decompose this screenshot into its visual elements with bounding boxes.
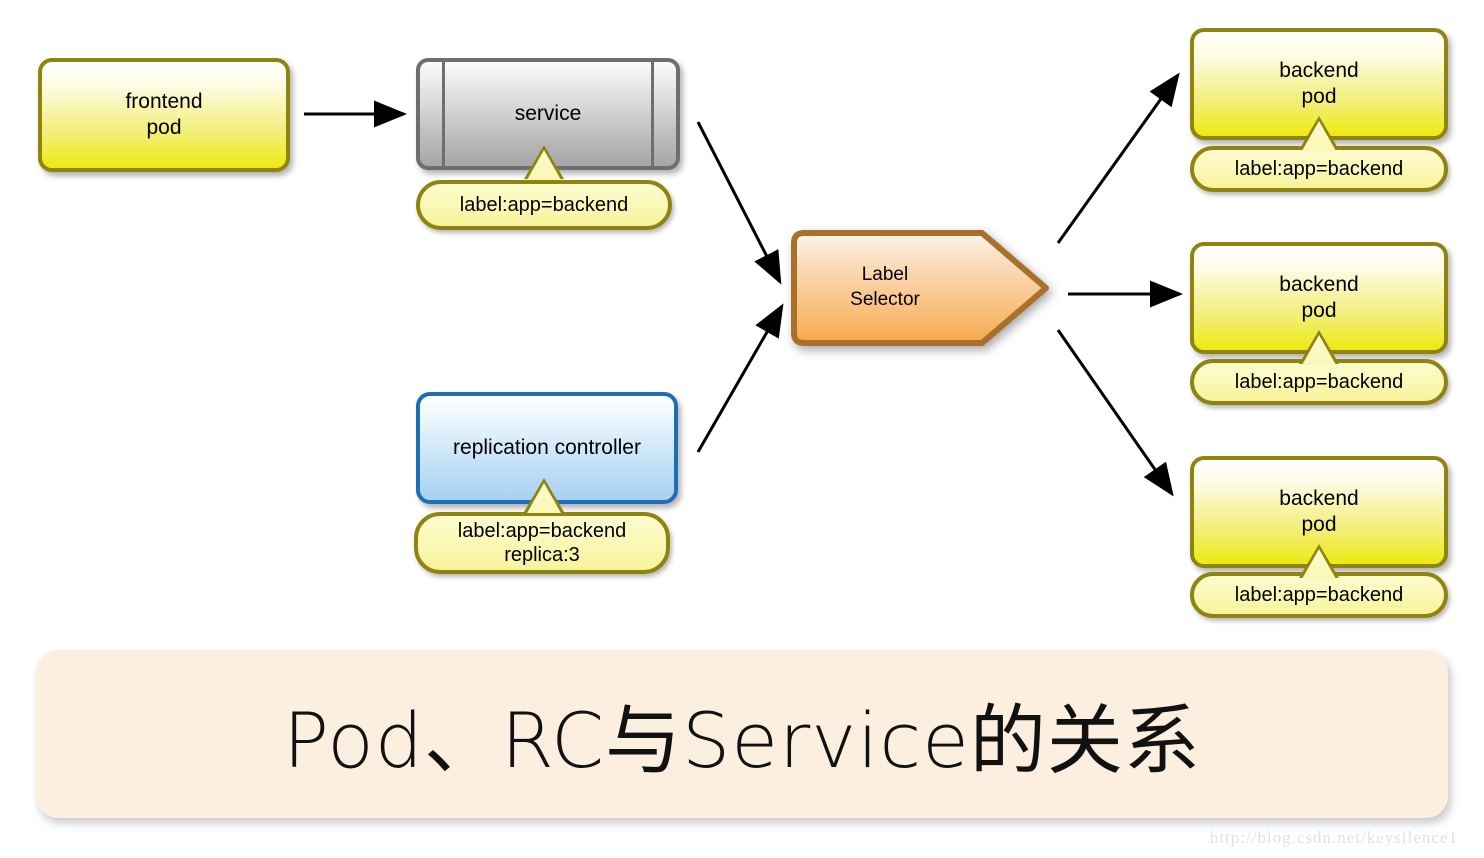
diagram-title: Pod、RC与Service的关系 [283,696,1201,785]
diagram-canvas: frontend pod service label:app=backend r… [0,0,1484,858]
callout-replication-controller-label: label:app=backend replica:3 [457,520,627,566]
node-frontend-pod-label: frontend pod [125,89,203,139]
callout-service[interactable]: label:app=backend [416,180,672,230]
node-frontend-pod[interactable]: frontend pod [38,58,290,172]
edge-selector-to-backend-1 [1056,72,1180,244]
node-replication-controller-label: replication controller [453,435,641,459]
watermark: http://blog.csdn.net/keysilence1 [1209,828,1458,847]
callout-backend-pod-1-label: label:app=backend [1234,158,1404,180]
callout-backend-pod-1[interactable]: label:app=backend [1190,146,1448,192]
edge-service-to-selector [696,121,782,285]
edge-selector-to-backend-3 [1056,329,1174,497]
node-service-label: service [514,101,582,125]
node-backend-pod-2-label: backend pod [1279,272,1359,322]
node-label-selector[interactable]: Label Selector [790,228,1052,348]
title-banner: Pod、RC与Service的关系 [36,650,1448,818]
node-backend-pod-3-label: backend pod [1279,486,1359,536]
callout-replication-controller[interactable]: label:app=backend replica:3 [414,512,670,574]
label-selector-shape [791,230,1049,346]
edge-rc-to-selector [696,303,784,453]
callout-backend-pod-2-label: label:app=backend [1234,371,1404,393]
callout-backend-pod-2[interactable]: label:app=backend [1190,359,1448,405]
service-right-bar [651,62,654,166]
service-left-bar [442,62,445,166]
callout-backend-pod-3-label: label:app=backend [1234,584,1404,606]
callout-service-label: label:app=backend [459,194,629,216]
node-backend-pod-1-label: backend pod [1279,58,1359,108]
